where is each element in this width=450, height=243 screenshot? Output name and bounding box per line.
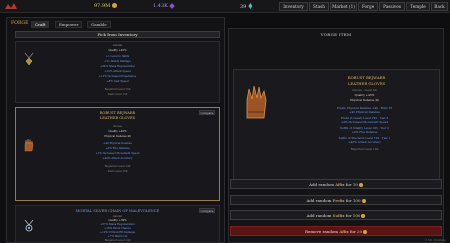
item-line: +40% Attack Accuracy xyxy=(102,157,133,160)
item-line: +15% Attack Speed xyxy=(104,70,131,73)
btn-keyword: Suffix xyxy=(332,213,345,218)
nav-passives-button[interactable]: Passives xyxy=(379,2,405,11)
detail-line: Gloves · Level 40 xyxy=(352,88,377,92)
item-line: +21 Attack Damage xyxy=(104,60,131,63)
nav-inventory-button[interactable]: Inventory xyxy=(279,2,308,11)
gold-coin-icon xyxy=(361,214,366,218)
gold-counter: 97.9M xyxy=(94,3,118,10)
inventory-item-card-selected[interactable]: ROBUST BEJWARR LEATHER GLOVES Compare Gl… xyxy=(15,107,220,201)
tab-empower[interactable]: Empower xyxy=(55,21,83,28)
gold-amount: 97.9M xyxy=(94,3,111,9)
item-line: +37% Mana Regeneration xyxy=(100,223,135,226)
detail-line: +4% Increased Movement Speed xyxy=(340,120,389,124)
item-line: +1% Increased Movement Speed xyxy=(95,152,140,155)
essence-counter: 1.43K xyxy=(153,3,175,10)
nav-back-button[interactable]: Back xyxy=(431,2,448,11)
shard-crystal-icon xyxy=(248,3,253,9)
item-line: +40 Physical Defense xyxy=(103,142,132,145)
detail-line: Quality +45% xyxy=(354,93,375,97)
item-line: Physical Defense 46 xyxy=(104,135,131,138)
btn-text: for xyxy=(344,213,353,218)
btn-cost: 100 xyxy=(352,198,361,203)
item-line: +1 Level to Skills xyxy=(105,55,130,58)
item-line: +34% Mana Regeneration xyxy=(100,65,135,68)
btn-text: Add random xyxy=(309,182,336,187)
btn-text: for xyxy=(344,198,353,203)
selected-item-name: ROBUST BEJWARR xyxy=(347,75,386,80)
btn-cost: 100 xyxy=(352,213,361,218)
tab-craft[interactable]: Craft xyxy=(31,21,50,28)
compare-button[interactable]: Compare xyxy=(199,110,215,115)
item-line: Amulet xyxy=(112,44,123,47)
inventory-item-card[interactable]: Amulet Quality +45% +1 Level to Skills +… xyxy=(15,41,220,103)
detail-line: +40% Attack Accuracy xyxy=(348,140,381,144)
detail-line: Required Level 140 xyxy=(350,147,379,151)
inventory-item-card[interactable]: MORTAL SILVER CHAIN OF MALEVOLENCE Compa… xyxy=(15,205,220,243)
detail-line: Physical Defense 46 xyxy=(350,98,379,102)
btn-text: Add random xyxy=(306,213,333,218)
item-line: Item Level 150 xyxy=(107,93,128,96)
add-random-prefix-button[interactable]: Add random Prefix for 100 xyxy=(230,195,442,205)
forge-panel: FORGE Craft Empower Gamble Pick from Inv… xyxy=(6,17,225,243)
gold-coin-icon xyxy=(112,3,118,8)
vorge-item-title: VORGE ITEM xyxy=(320,32,352,37)
essence-gem-icon xyxy=(169,3,175,9)
detail-line: +4% Fire Defense xyxy=(351,130,378,134)
btn-text: for xyxy=(348,229,357,234)
selected-item-detail: ROBUST BEJWARR LEATHER GLOVES Gloves · L… xyxy=(233,69,440,182)
item-line: +8% Cast Speed xyxy=(106,80,129,83)
item-base-name: LEATHER GLOVES xyxy=(99,116,136,120)
btn-cost: 10 xyxy=(352,182,358,187)
btn-text: Add random xyxy=(306,198,333,203)
essence-amount: 1.43K xyxy=(153,3,168,9)
item-name: ROBUST BEJWARR xyxy=(99,111,136,115)
item-name: MORTAL SILVER CHAIN OF MALEVOLENCE xyxy=(75,209,160,213)
shards-amount: 39 xyxy=(240,4,247,10)
btn-cost: 20 xyxy=(356,229,363,234)
remove-random-affix-button[interactable]: Remove random Affix for 20 xyxy=(230,226,442,236)
top-bar: 97.9M 1.43K 39 Inventory Stash Market (1… xyxy=(0,0,450,13)
item-line: Quality +39% xyxy=(108,219,127,222)
btn-text: Remove random xyxy=(304,229,340,234)
item-line: Required Level 140 xyxy=(104,239,131,242)
nav-stash-button[interactable]: Stash xyxy=(309,2,329,11)
btn-text: for xyxy=(344,182,353,187)
item-line: Required Level 140 xyxy=(104,165,131,168)
nav-forge-button[interactable]: Forge xyxy=(358,2,378,11)
item-line: Amulet xyxy=(112,215,123,218)
item-line: +18% Block Chance xyxy=(104,227,131,230)
item-line: +7% Skill Cost xyxy=(107,235,128,238)
btn-keyword: Affix xyxy=(339,229,349,234)
item-line: +4% Fire Defense xyxy=(105,147,130,150)
game-logo-icon[interactable] xyxy=(4,2,18,11)
pick-from-inventory-header: Pick from Inventory xyxy=(15,31,220,38)
tab-gamble[interactable]: Gamble xyxy=(87,21,111,28)
item-line: Quality +45% xyxy=(108,49,127,52)
gold-coin-icon xyxy=(363,230,368,234)
item-line: Gloves xyxy=(113,125,122,128)
forge-title: FORGE xyxy=(11,21,29,26)
leather-gloves-large-icon xyxy=(246,85,267,119)
gold-coin-icon xyxy=(358,183,363,187)
selected-item-base: LEATHER GLOVES xyxy=(347,81,386,86)
compare-button[interactable]: Compare xyxy=(199,208,215,213)
detail-line: +40 Physical Defense xyxy=(349,110,380,114)
item-line: +12% Critical Hit Damage xyxy=(99,231,136,234)
item-line: Quality +45% xyxy=(108,130,127,133)
nav-temple-button[interactable]: Temple xyxy=(406,2,430,11)
gold-coin-icon xyxy=(361,199,366,203)
credit-footer: © Mr. Stunting xyxy=(424,238,446,242)
item-line: +12% Increased Experience xyxy=(98,75,137,78)
add-random-suffix-button[interactable]: Add random Suffix for 100 xyxy=(230,210,442,220)
shards-counter: 39 xyxy=(240,3,253,11)
item-line: Required Level 150 xyxy=(104,88,131,91)
nav-market-button[interactable]: Market (1) xyxy=(330,2,357,11)
btn-keyword: Prefix xyxy=(332,198,345,203)
add-random-affix-button[interactable]: Add random Affix for 10 xyxy=(230,179,442,189)
item-line: Item Level 150 xyxy=(107,170,128,173)
